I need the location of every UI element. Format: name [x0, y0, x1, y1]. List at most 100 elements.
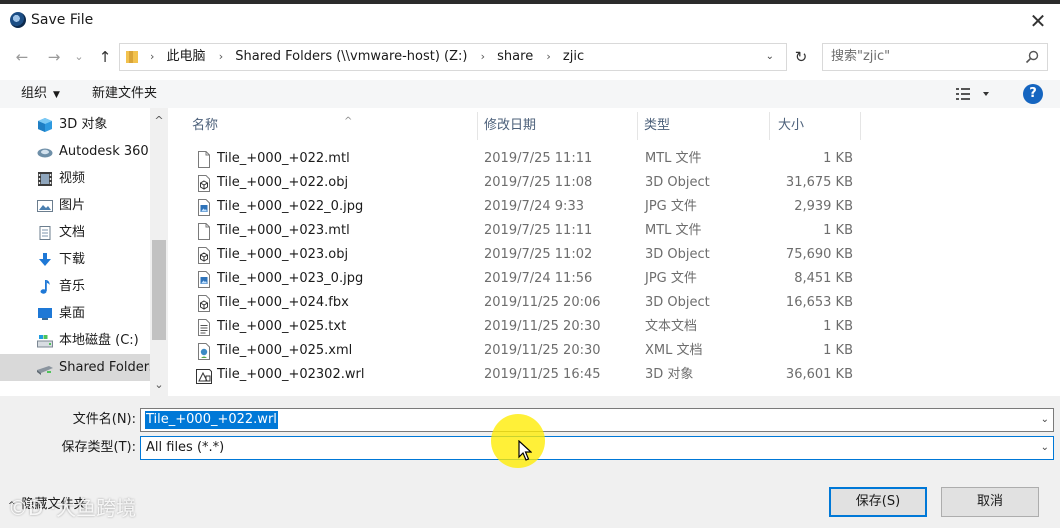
file-type: 3D Object [645, 295, 710, 310]
file-date: 2019/7/25 11:11 [484, 151, 593, 166]
view-options-button[interactable] [950, 84, 996, 104]
file-row[interactable]: Tile_+000_+022_0.jpg 2019/7/24 9:33 JPG … [192, 195, 853, 219]
up-button[interactable]: ↑ [95, 46, 115, 68]
scroll-down-button[interactable]: ⌄ [150, 376, 168, 394]
file-date: 2019/7/25 11:08 [484, 175, 593, 190]
chevron-down-icon[interactable]: ⌄ [1041, 409, 1049, 431]
sidebar-item-local-disk[interactable]: 本地磁盘 (C:) [0, 327, 150, 354]
file-date: 2019/7/25 11:02 [484, 247, 593, 262]
chevron-down-icon[interactable]: ⌄ [1041, 437, 1049, 459]
column-divider[interactable] [860, 112, 861, 140]
file-size: 1 KB [823, 151, 853, 166]
recent-locations-button[interactable]: ⌄ [72, 46, 86, 68]
file-date: 2019/7/25 11:11 [484, 223, 593, 238]
filetype-select[interactable]: All files (*.*) ⌄ [140, 436, 1054, 460]
breadcrumb-separator: › [480, 50, 486, 63]
filename-input[interactable]: Tile_+000_+022.wrl ⌄ [140, 408, 1054, 432]
search-placeholder: 搜索"zjic" [831, 49, 891, 64]
music-icon [40, 280, 50, 294]
file-size: 1 KB [823, 343, 853, 358]
file-row[interactable]: Tile_+000_+022.mtl 2019/7/25 11:11 MTL 文… [192, 147, 853, 171]
hide-folders-toggle[interactable]: ^ 隐藏文件夹 [8, 494, 87, 516]
file-date: 2019/11/25 20:30 [484, 319, 601, 334]
file-size: 36,601 KB [785, 367, 853, 382]
folder-icon [126, 51, 138, 63]
cancel-button[interactable]: 取消 [941, 487, 1039, 517]
breadcrumb-separator: › [546, 50, 551, 63]
sidebar-item-shared-folders[interactable]: Shared Folders [0, 354, 150, 381]
file-row[interactable]: Tile_+000_+022.obj 2019/7/25 11:08 3D Ob… [192, 171, 853, 195]
scroll-thumb[interactable] [152, 240, 166, 340]
sidebar-item-label: 本地磁盘 (C:) [59, 333, 139, 348]
sidebar-item-pictures[interactable]: 图片 [0, 192, 150, 219]
sidebar-item-downloads[interactable]: 下载 [0, 246, 150, 273]
new-folder-button[interactable]: 新建文件夹 [92, 80, 157, 108]
file-type: MTL 文件 [645, 223, 702, 238]
file-size: 75,690 KB [785, 247, 853, 262]
column-header-size[interactable]: 大小 [770, 108, 860, 140]
sidebar-item-label: 桌面 [59, 306, 86, 321]
sort-ascending-icon: ^ [344, 116, 353, 127]
file-row[interactable]: Tile_+000_+025.txt 2019/11/25 20:30 文本文档… [192, 315, 853, 339]
cloud-drive-icon [37, 148, 53, 158]
forward-button[interactable]: → [44, 46, 64, 68]
sidebar-item-videos[interactable]: 视频 [0, 165, 150, 192]
sidebar-item-label: 下载 [59, 252, 86, 267]
breadcrumb-separator: › [218, 50, 224, 63]
file-type: JPG 文件 [645, 199, 697, 214]
sidebar-item-label: 图片 [59, 198, 86, 213]
pictures-icon [37, 200, 53, 212]
documents-icon [39, 226, 51, 240]
title-bar: Save File ✕ [0, 4, 1060, 36]
file-row[interactable]: Tile_+000_+024.fbx 2019/11/25 20:06 3D O… [192, 291, 853, 315]
file-row[interactable]: Tile_+000_+023.obj 2019/7/25 11:02 3D Ob… [192, 243, 853, 267]
refresh-button[interactable]: ↻ [790, 46, 812, 68]
sidebar-item-autodesk-360[interactable]: Autodesk 360 [0, 138, 150, 165]
file-type: 3D 对象 [645, 367, 694, 382]
organize-menu[interactable]: 组织 ▼ [21, 80, 60, 109]
downloads-icon [39, 253, 51, 266]
sidebar-item-label: 3D 对象 [59, 117, 108, 132]
file-name: Tile_+000_+025.xml [217, 343, 353, 358]
breadcrumb-zjic[interactable]: zjic [560, 44, 587, 70]
address-bar[interactable]: › 此电脑 › Shared Folders (\\vmware-host) (… [119, 43, 787, 71]
network-drive-icon [37, 366, 53, 375]
sidebar-item-desktop[interactable]: 桌面 [0, 300, 150, 327]
file-date: 2019/7/24 9:33 [484, 199, 584, 214]
help-button[interactable]: ? [1023, 84, 1043, 104]
file-row[interactable]: Tile_+000_+02302.wrl 2019/11/25 16:45 3D… [192, 363, 853, 387]
sidebar-item-documents[interactable]: 文档 [0, 219, 150, 246]
generic-file-icon [198, 223, 210, 240]
file-size: 1 KB [823, 223, 853, 238]
save-button[interactable]: 保存(S) [829, 487, 927, 517]
file-row[interactable]: Tile_+000_+023.mtl 2019/7/25 11:11 MTL 文… [192, 219, 853, 243]
filetype-label: 保存类型(T): [61, 440, 136, 455]
save-form: 文件名(N): Tile_+000_+022.wrl ⌄ 保存类型(T): Al… [0, 396, 1060, 528]
breadcrumb-this-pc[interactable]: 此电脑 [164, 44, 209, 70]
search-input[interactable]: 搜索"zjic" [822, 43, 1048, 71]
column-header-name[interactable]: 名称 ^ [184, 108, 478, 140]
videos-icon [38, 172, 52, 186]
file-name: Tile_+000_+022.mtl [217, 151, 350, 166]
breadcrumb-shared-folders[interactable]: Shared Folders (\\vmware-host) (Z:) [232, 44, 470, 70]
sidebar-item-music[interactable]: 音乐 [0, 273, 150, 300]
address-dropdown-button[interactable]: ⌄ [766, 44, 774, 70]
chevron-up-icon: ^ [8, 501, 16, 511]
file-row[interactable]: Tile_+000_+023_0.jpg 2019/7/24 11:56 JPG… [192, 267, 853, 291]
file-size: 8,451 KB [794, 271, 853, 286]
search-icon [1025, 50, 1039, 64]
breadcrumb-separator: › [150, 50, 155, 63]
sidebar-item-label: 视频 [59, 171, 86, 186]
sidebar-scrollbar[interactable]: ^ ⌄ [150, 108, 168, 396]
column-header-type[interactable]: 类型 [636, 108, 768, 140]
sidebar-item-3d-objects[interactable]: 3D 对象 [0, 111, 150, 138]
file-name: Tile_+000_+022.obj [217, 175, 349, 190]
breadcrumb-share[interactable]: share [494, 44, 536, 70]
column-header-date[interactable]: 修改日期 [476, 108, 636, 140]
scroll-up-button[interactable]: ^ [150, 112, 168, 130]
back-button[interactable]: ← [12, 46, 32, 68]
close-button[interactable]: ✕ [1024, 8, 1052, 34]
file-row[interactable]: Tile_+000_+025.xml 2019/11/25 20:30 XML … [192, 339, 853, 363]
sidebar-item-label: Shared Folders [59, 360, 150, 375]
wrl-file-icon [196, 369, 212, 384]
